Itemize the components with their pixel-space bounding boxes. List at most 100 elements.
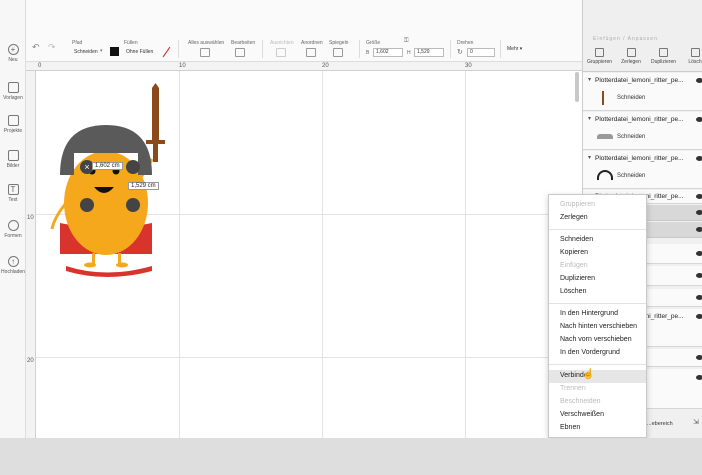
menu-item-delete[interactable]: Löschen (560, 288, 586, 295)
group-button[interactable]: Gruppieren (587, 48, 612, 65)
grid-line (322, 71, 323, 438)
align-label: Ausrichten (270, 40, 294, 46)
lock-handle-icon[interactable] (80, 198, 94, 212)
menu-item-bring-to-front[interactable]: In den Vordergrund (560, 349, 620, 356)
edit-icon[interactable] (235, 48, 245, 57)
eye-icon[interactable] (696, 295, 702, 300)
eye-icon[interactable] (696, 210, 702, 215)
width-input[interactable]: 1,602 (373, 48, 403, 57)
cloud-upload-icon: ↑ (7, 256, 19, 267)
eye-icon[interactable] (696, 251, 702, 256)
design-canvas[interactable]: × 1,602 cm 1,529 cm (36, 71, 582, 438)
height-input[interactable]: 1,529 (414, 48, 444, 57)
layer-item[interactable]: ▾ Plotterdatei_lemoni_ritter_pe... Schne… (583, 112, 702, 150)
arrange-label: Anordnen (301, 40, 323, 46)
vertical-scrollbar[interactable] (575, 72, 579, 102)
duplicate-button[interactable]: Duplizieren (651, 48, 677, 65)
mirror-icon[interactable] (333, 48, 343, 57)
eye-icon[interactable] (696, 156, 702, 161)
layer-item[interactable]: ▾ Plotterdatei_lemoni_ritter_pe... Schne… (583, 151, 702, 189)
menu-item-flatten[interactable]: Ebnen (560, 424, 580, 431)
chevron-down-icon: ▾ (588, 116, 592, 122)
delete-button[interactable]: Lösch (683, 48, 702, 65)
layer-thumbnail (597, 134, 613, 139)
fill-color-swatch[interactable] (110, 47, 119, 56)
pen-color-icon[interactable] (162, 46, 171, 58)
projects-icon (7, 115, 19, 126)
sidebar-item-projects[interactable]: Projekte (0, 115, 26, 134)
menu-item-bring-forward[interactable]: Nach vorn verschieben (560, 336, 632, 343)
ungroup-icon (626, 48, 636, 57)
duplicate-icon (658, 48, 668, 57)
select-all-icon[interactable] (200, 48, 210, 57)
sidebar-item-shapes[interactable]: Formen (0, 220, 26, 239)
eye-icon[interactable] (696, 355, 702, 360)
mouse-cursor-icon: ☝ (582, 369, 595, 380)
resize-handle-icon[interactable] (126, 198, 140, 212)
knight-figure[interactable]: × (46, 83, 186, 283)
menu-item-weld[interactable]: Verschweißen (560, 411, 604, 418)
menu-item-group[interactable]: Gruppieren (560, 201, 595, 208)
sidebar-item-label: Hochladen (1, 269, 25, 275)
mirror-label: Spiegeln (329, 40, 349, 46)
eye-icon[interactable] (696, 227, 702, 232)
sidebar-item-templates[interactable]: Vorlagen (0, 82, 26, 101)
sidebar-item-label: Neu (8, 57, 18, 63)
menu-item-paste[interactable]: Einfügen (560, 262, 588, 269)
sidebar-item-label: Text (8, 197, 18, 203)
align-icon[interactable] (276, 48, 286, 57)
ungroup-button[interactable]: Zerlegen (619, 48, 643, 65)
linetype-select[interactable]: Schneiden (74, 49, 98, 55)
menu-item-send-to-back[interactable]: In den Hintergrund (560, 310, 618, 317)
eye-icon[interactable] (696, 314, 702, 319)
canvas-icon[interactable]: ⇲ (693, 418, 699, 426)
ruler-mark: 10 (179, 63, 186, 69)
fill-select[interactable]: Ohne Füllen (126, 49, 153, 55)
ruler-top: 0 10 20 30 (26, 62, 582, 71)
height-prefix: H (407, 50, 411, 56)
menu-item-ungroup[interactable]: Zerlegen (560, 214, 588, 221)
menu-item-copy[interactable]: Kopieren (560, 249, 588, 256)
more-menu[interactable]: Mehr ▾ (507, 46, 522, 52)
sidebar-item-label: Projekte (3, 128, 23, 134)
chevron-down-icon: ▾ (100, 48, 103, 54)
eye-icon[interactable] (696, 194, 702, 199)
ruler-mark: 30 (465, 63, 472, 69)
layer-operation: Schneiden (617, 95, 646, 101)
menu-item-cut[interactable]: Schneiden (560, 236, 593, 243)
group-icon (594, 48, 604, 57)
sidebar-item-upload[interactable]: ↑ Hochladen (0, 256, 26, 275)
sword-handle (153, 144, 158, 162)
sidebar-item-new[interactable]: + Neu (0, 44, 26, 63)
lock-icon[interactable]: ⚿ (404, 38, 409, 45)
shapes-icon (7, 220, 19, 231)
arrange-icon[interactable] (306, 48, 316, 57)
menu-item-duplicate[interactable]: Duplizieren (560, 275, 595, 282)
eye-icon[interactable] (696, 78, 702, 83)
layer-title: Plotterdatei_lemoni_ritter_pe... (595, 155, 684, 162)
toolbar-divider (359, 40, 360, 58)
rotate-input[interactable]: 0 (467, 48, 495, 57)
image-icon (7, 150, 19, 161)
duplicate-button-label: Duplizieren (651, 59, 677, 65)
redo-icon[interactable]: ↷ (48, 42, 58, 52)
eye-icon[interactable] (696, 273, 702, 278)
trash-icon (690, 48, 700, 57)
sidebar-item-text[interactable]: T Text (0, 184, 26, 203)
knight-foot (84, 262, 96, 268)
left-sidebar: + Neu Vorlagen Projekte Bilder T Text Fo… (0, 0, 26, 438)
eye-icon[interactable] (696, 117, 702, 122)
sidebar-item-images[interactable]: Bilder (0, 150, 26, 169)
undo-icon[interactable]: ↶ (32, 42, 42, 52)
rotate-handle-icon[interactable] (126, 160, 140, 174)
menu-item-detach[interactable]: Trennen (560, 385, 586, 392)
layer-operation: Schneiden (617, 134, 646, 140)
menu-separator (549, 229, 646, 230)
width-dimension-label: 1,602 cm (92, 162, 123, 170)
eye-icon[interactable] (696, 375, 702, 380)
cape-piece (66, 266, 152, 277)
menu-item-slice[interactable]: Beschneiden (560, 398, 600, 405)
width-prefix: B (366, 50, 370, 56)
menu-item-send-backward[interactable]: Nach hinten verschieben (560, 323, 637, 330)
layer-item[interactable]: ▾ Plotterdatei_lemoni_ritter_pe... Schne… (583, 73, 702, 111)
